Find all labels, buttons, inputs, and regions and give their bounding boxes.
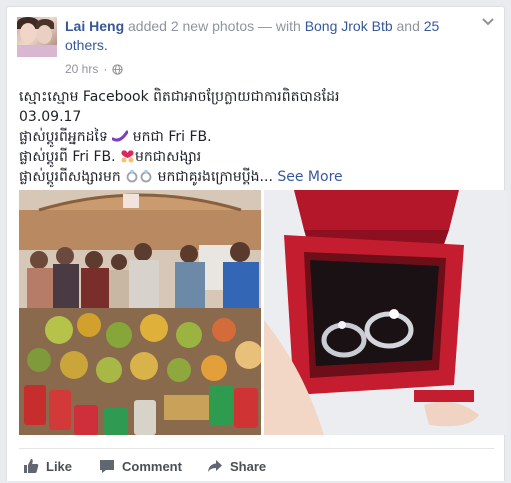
photo-family-offerings-image bbox=[19, 190, 261, 435]
post-line-4: ផ្លាស់ប្តូរពី Fri FB. មកជាសង្សារ bbox=[19, 147, 499, 167]
post-card: Lai Heng added 2 new photos — with Bong … bbox=[6, 6, 506, 483]
photo-wedding-rings-image bbox=[264, 190, 506, 435]
share-button[interactable]: Share bbox=[207, 449, 266, 483]
post-line-5-prefix: ផ្លាស់ប្តូរពីសង្សារមក bbox=[19, 169, 126, 185]
timestamp[interactable]: 20 hrs bbox=[65, 62, 98, 76]
post-line-5: ផ្លាស់ប្តូរពីសង្សារមក មកជាគូរងក្រោមប្ដីង… bbox=[19, 167, 499, 187]
like-icon bbox=[24, 459, 39, 473]
photo-wedding-rings[interactable] bbox=[264, 190, 506, 435]
post-line-1: ស្មោះស្មោម Facebook ពិតជាអាចប្រែក្លាយជាក… bbox=[19, 89, 340, 105]
globe-icon[interactable] bbox=[112, 63, 124, 75]
like-button[interactable]: Like bbox=[23, 449, 72, 483]
post-actions: Like Comment Share bbox=[19, 448, 494, 483]
post-line-4-suffix: មកជាសង្សារ bbox=[135, 149, 202, 165]
post-line-5-suffix: មកជាគូរងក្រោមប្ដីង... bbox=[153, 169, 273, 185]
comment-button[interactable]: Comment bbox=[99, 449, 182, 483]
post-line-3-prefix: ផ្លាស់ប្តូរពីអ្នកដទៃ bbox=[19, 129, 113, 145]
comment-label: Comment bbox=[122, 458, 182, 474]
chevron-down-icon[interactable] bbox=[482, 17, 494, 27]
post-text: ស្មោះស្មោម Facebook ពិតជាអាចប្រែក្លាយជាក… bbox=[19, 87, 499, 187]
couple-heart-icon bbox=[121, 150, 134, 163]
avatar[interactable] bbox=[17, 17, 57, 57]
post-header: Lai Heng added 2 new photos — with Bong … bbox=[65, 17, 465, 55]
post-line-4-prefix: ផ្លាស់ប្តូរពី Fri FB. bbox=[19, 149, 121, 165]
see-more-link[interactable]: See More bbox=[277, 169, 342, 185]
share-icon bbox=[208, 460, 222, 472]
share-label: Share bbox=[230, 458, 267, 474]
tagged-person[interactable]: Bong Jrok Btb bbox=[305, 18, 393, 34]
photo-grid bbox=[19, 190, 506, 440]
author-name[interactable]: Lai Heng bbox=[65, 18, 124, 34]
action-text: added 2 new photos — with bbox=[124, 18, 305, 34]
post-meta: 20 hrs · bbox=[65, 62, 124, 76]
like-label: Like bbox=[46, 458, 73, 474]
comment-icon bbox=[100, 460, 114, 473]
photo-family-offerings[interactable] bbox=[19, 190, 261, 435]
purple-heart-icon bbox=[111, 130, 129, 142]
post-line-3: ផ្លាស់ប្តូរពីអ្នកដទៃ មកជា Fri FB. bbox=[19, 127, 499, 147]
meta-separator: · bbox=[103, 62, 108, 76]
and-text: and bbox=[392, 18, 424, 34]
post-line-3-suffix: មកជា Fri FB. bbox=[128, 129, 212, 145]
post-line-2: 03.09.17 bbox=[19, 109, 82, 125]
ring-icon bbox=[126, 169, 152, 183]
